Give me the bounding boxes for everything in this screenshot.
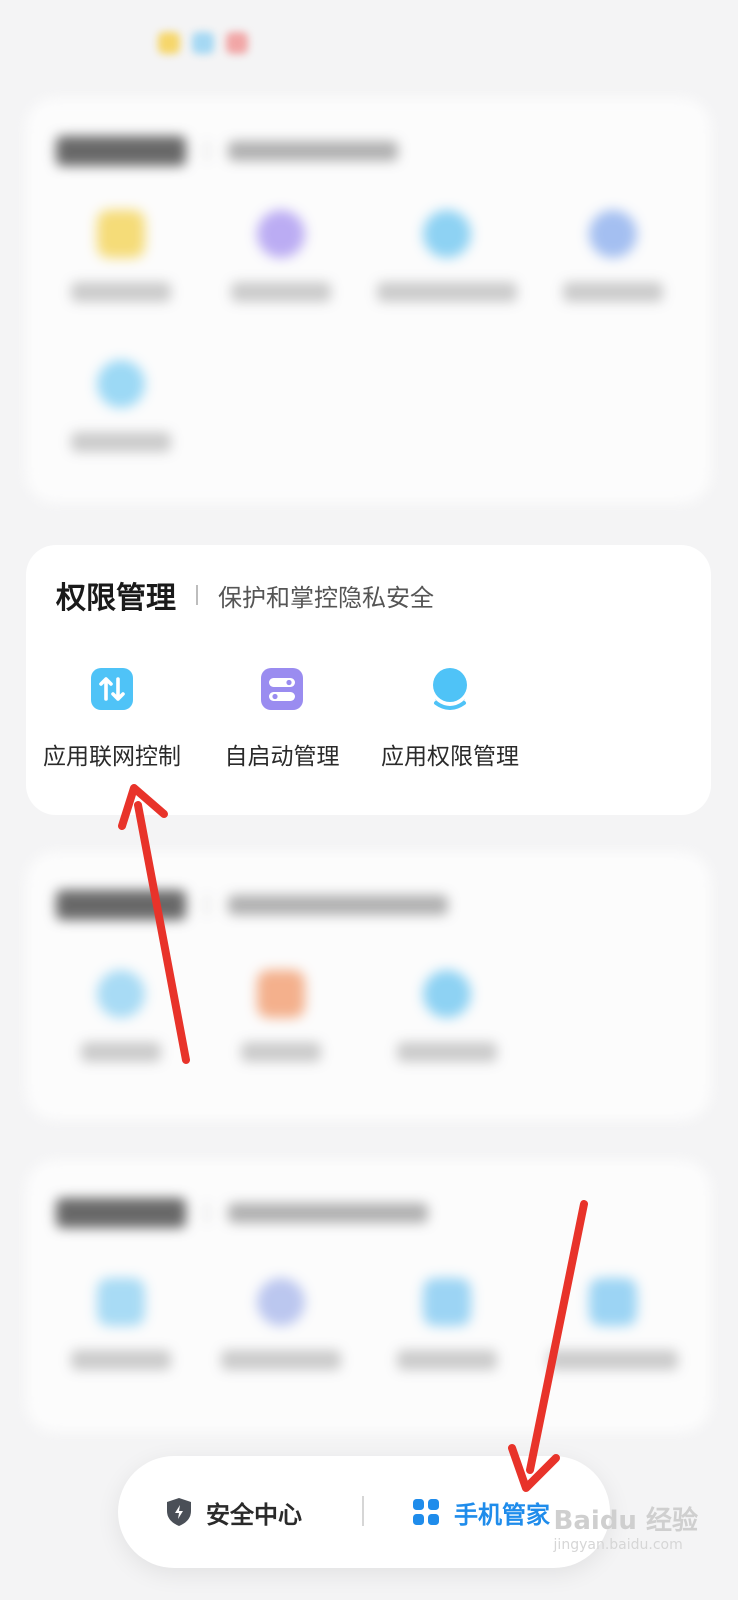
blurred-item[interactable] <box>36 210 206 302</box>
autostart-icon <box>261 668 303 710</box>
blurred-item[interactable] <box>362 1278 532 1370</box>
notification-icon <box>158 32 180 54</box>
blurred-item[interactable] <box>362 210 532 302</box>
watermark-sub: jingyan.baidu.com <box>553 1537 683 1553</box>
blurred-item[interactable] <box>36 1278 206 1370</box>
tab-label: 安全中心 <box>206 1500 302 1529</box>
divider <box>196 585 198 605</box>
notification-icon <box>226 32 248 54</box>
grid-icon <box>413 1499 439 1525</box>
blurred-item[interactable] <box>36 970 206 1062</box>
tab-phone-manager[interactable]: 手机管家 <box>412 1456 550 1568</box>
app-permission-item[interactable]: 应用权限管理 <box>370 665 530 771</box>
power-management-card <box>26 98 711 503</box>
app-permission-icon <box>433 668 467 710</box>
network-control-item[interactable]: 应用联网控制 <box>32 665 192 771</box>
card-subtitle: 保护和掌控隐私安全 <box>218 583 434 612</box>
shield-icon <box>167 1498 191 1526</box>
blurred-item[interactable] <box>196 970 366 1062</box>
blurred-item[interactable] <box>362 970 532 1062</box>
blurred-item[interactable] <box>196 210 366 302</box>
blurred-item[interactable] <box>36 360 206 452</box>
basic-services-card <box>26 1160 711 1432</box>
watermark-text: Baidu 经验 <box>553 1506 698 1536</box>
notification-icon <box>192 32 214 54</box>
features-card <box>26 852 711 1120</box>
tab-label: 手机管家 <box>454 1500 550 1529</box>
tab-security-center[interactable]: 安全中心 <box>166 1456 302 1568</box>
permission-management-card: 权限管理 保护和掌控隐私安全 应用联网控制 自启动管理 应用权限管理 <box>26 545 711 815</box>
item-label: 自启动管理 <box>224 744 340 770</box>
network-control-icon <box>91 668 133 710</box>
divider <box>362 1496 364 1526</box>
autostart-item[interactable]: 自启动管理 <box>212 665 352 771</box>
item-label: 应用权限管理 <box>381 744 519 770</box>
blurred-item[interactable] <box>196 1278 366 1370</box>
blurred-item[interactable] <box>528 1278 698 1370</box>
card-title: 权限管理 <box>56 581 176 616</box>
blurred-item[interactable] <box>528 210 698 302</box>
watermark: Baidu 经验 jingyan.baidu.com <box>554 1500 698 1553</box>
bottom-nav: 安全中心 手机管家 <box>118 1456 610 1568</box>
status-bar <box>0 0 738 95</box>
item-label: 应用联网控制 <box>43 744 181 770</box>
